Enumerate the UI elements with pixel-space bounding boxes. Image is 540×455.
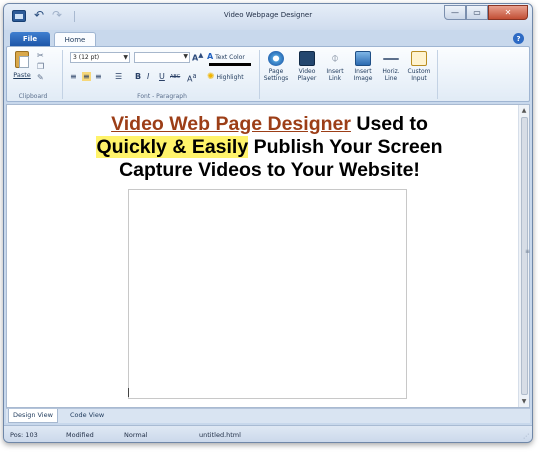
- scroll-down-icon[interactable]: ▼: [519, 398, 529, 405]
- horizontal-line-button[interactable]: Horiz. Line: [376, 51, 406, 82]
- text-color-button[interactable]: A Text Color: [207, 51, 253, 62]
- page-settings-label: Page Settings: [263, 68, 289, 82]
- text-color-icon: A: [207, 52, 214, 61]
- align-right-icon[interactable]: ≡: [95, 72, 102, 81]
- vertical-scrollbar[interactable]: ▲ ≡ ▼: [518, 105, 531, 407]
- chevron-down-icon: ▼: [183, 53, 188, 60]
- scroll-up-icon[interactable]: ▲: [519, 107, 529, 114]
- text-color-swatch: [209, 63, 251, 66]
- ribbon-tabs: File Home ?: [4, 30, 532, 47]
- video-player-icon: [299, 51, 315, 66]
- view-mode: Normal: [124, 431, 148, 439]
- grow-font-button[interactable]: A▲: [192, 51, 203, 63]
- horizontal-line-label: Horiz. Line: [382, 68, 400, 82]
- font-name-select[interactable]: ▼: [134, 52, 190, 63]
- resize-grip-icon[interactable]: ⋰: [523, 433, 529, 440]
- clipboard-group-label: Clipboard: [18, 93, 48, 100]
- video-placeholder[interactable]: [128, 189, 407, 399]
- design-canvas[interactable]: Video Web Page Designer Used to Quickly …: [6, 104, 530, 408]
- superscript-button[interactable]: Aa: [187, 72, 197, 84]
- text-cursor: [128, 388, 129, 397]
- maximize-button[interactable]: ▭: [466, 5, 488, 20]
- format-painter-icon[interactable]: ✎: [37, 73, 44, 82]
- window-controls: — ▭ ✕: [444, 5, 528, 20]
- video-player-button[interactable]: Video Player: [292, 51, 322, 82]
- headline-text: Capture Videos to Your Website!: [119, 159, 420, 181]
- custom-input-button[interactable]: Custom Input: [404, 51, 434, 82]
- custom-input-icon: [411, 51, 427, 66]
- link-icon: ⌽: [331, 51, 339, 66]
- align-center-icon[interactable]: ≡: [82, 72, 91, 81]
- file-name: untitled.html: [199, 431, 241, 439]
- cut-icon[interactable]: ✂: [37, 51, 44, 60]
- close-button[interactable]: ✕: [488, 5, 528, 20]
- status-bar: Pos: 103 Modified Normal untitled.html ⋰: [4, 425, 532, 442]
- bold-button[interactable]: B: [135, 72, 141, 81]
- bullet-list-icon[interactable]: ☰: [115, 72, 122, 81]
- headline-link[interactable]: Video Web Page Designer: [111, 113, 351, 135]
- scroll-thumb[interactable]: ≡: [521, 117, 531, 395]
- ribbon: Paste ✂ ❐ ✎ Clipboard 3 (12 pt) ▼ ▼ A▲ A…: [6, 46, 530, 102]
- insert-link-button[interactable]: ⌽ Insert Link: [320, 51, 350, 82]
- tab-home[interactable]: Home: [54, 32, 96, 47]
- page-settings-icon: [268, 51, 284, 66]
- page-headline[interactable]: Video Web Page Designer Used to Quickly …: [27, 113, 512, 182]
- page-settings-button[interactable]: Page Settings: [261, 51, 291, 82]
- headline-text: Publish Your Screen: [248, 136, 443, 158]
- group-divider: [259, 50, 260, 99]
- tab-code-view[interactable]: Code View: [66, 409, 108, 423]
- font-size-select[interactable]: 3 (12 pt) ▼: [70, 52, 130, 63]
- minimize-button[interactable]: —: [444, 5, 466, 20]
- chevron-down-icon: ▼: [123, 54, 128, 61]
- image-icon: [355, 51, 371, 66]
- font-size-value: 3 (12 pt): [73, 54, 100, 61]
- align-left-icon[interactable]: ≡: [70, 72, 77, 81]
- underline-button[interactable]: U: [159, 72, 165, 81]
- help-icon[interactable]: ?: [513, 33, 524, 44]
- highlight-label: Highlight: [216, 74, 244, 81]
- tab-file[interactable]: File: [10, 32, 50, 46]
- insert-image-label: Insert Image: [353, 68, 373, 82]
- app-window: ↶ ↷ Video Webpage Designer — ▭ ✕ File Ho…: [3, 3, 533, 443]
- highlight-button[interactable]: ✺ Highlight: [207, 72, 253, 83]
- font-group-label: Font - Paragraph: [137, 93, 187, 100]
- title-bar: ↶ ↷ Video Webpage Designer — ▭ ✕: [4, 4, 532, 30]
- view-tabs: Design View Code View: [6, 408, 530, 423]
- group-divider: [62, 50, 63, 99]
- copy-icon[interactable]: ❐: [37, 62, 44, 71]
- tab-design-view[interactable]: Design View: [8, 409, 58, 423]
- strikethrough-button[interactable]: ABC: [170, 74, 180, 80]
- highlight-icon: ✺: [207, 72, 215, 82]
- text-color-label: Text Color: [215, 54, 245, 61]
- paste-label: Paste: [13, 71, 31, 79]
- italic-button[interactable]: I: [147, 72, 149, 81]
- horizontal-line-icon: [383, 58, 399, 60]
- headline-highlight: Quickly & Easily: [96, 136, 249, 158]
- paste-button[interactable]: Paste: [12, 51, 32, 85]
- paste-icon: [15, 51, 29, 68]
- video-player-label: Video Player: [297, 68, 317, 82]
- group-divider: [437, 50, 438, 99]
- headline-text: Used to: [350, 113, 428, 135]
- cursor-position: Pos: 103: [10, 431, 38, 439]
- insert-image-button[interactable]: Insert Image: [348, 51, 378, 82]
- custom-input-label: Custom Input: [407, 68, 431, 82]
- grip-icon: ≡: [525, 248, 531, 255]
- modified-status: Modified: [66, 431, 94, 439]
- insert-link-label: Insert Link: [326, 68, 344, 82]
